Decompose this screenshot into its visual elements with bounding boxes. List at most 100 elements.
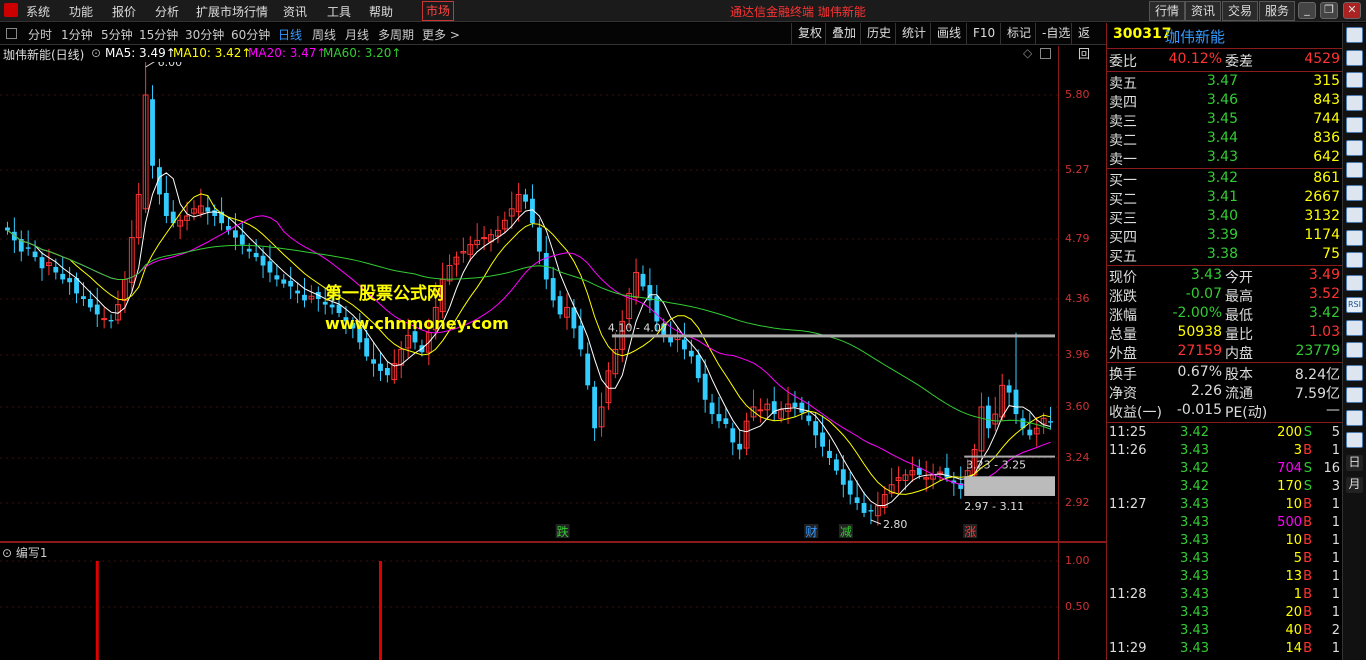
btn-overlay[interactable]: 叠加 (825, 23, 862, 45)
tool-icon[interactable] (1346, 184, 1363, 201)
candle-body (757, 409, 764, 412)
period-1min[interactable]: 1分钟 (61, 26, 93, 43)
candle-body (799, 402, 805, 413)
candle-body (1048, 421, 1053, 423)
bid-row: 买四 3.39 1174 (1107, 227, 1342, 246)
bid-label: 买三 (1109, 211, 1137, 227)
tool-icon[interactable] (1346, 117, 1363, 133)
stat-row: 涨幅 -2.00% 最低 3.42 (1107, 305, 1342, 324)
period-15min[interactable]: 15分钟 (139, 26, 178, 43)
tick-volume: 14 (1285, 641, 1302, 656)
tab-service[interactable]: 服务 (1259, 1, 1296, 21)
period-5min[interactable]: 5分钟 (101, 26, 133, 43)
stat-value: -0.07 (1185, 286, 1222, 302)
candle-body (60, 273, 66, 280)
weicha-label: 委差 (1225, 54, 1253, 70)
candle-body (640, 273, 646, 287)
btn-f10[interactable]: F10 (966, 23, 1001, 45)
indicator-chart[interactable] (0, 543, 1058, 660)
period-tick[interactable]: 分时 (28, 26, 52, 43)
tab-quotes[interactable]: 行情 (1149, 1, 1186, 21)
menu-tools[interactable]: 工具 (327, 3, 351, 20)
stat-value: -2.00% (1172, 305, 1222, 321)
rsi-icon[interactable]: RSI (1346, 297, 1363, 313)
tool-icon[interactable] (1346, 139, 1363, 156)
menu-info[interactable]: 资讯 (283, 3, 307, 20)
tool-icon[interactable] (1346, 94, 1363, 111)
app-logo-icon[interactable] (4, 3, 18, 17)
candle-body (1013, 389, 1019, 415)
quote-title: 300317 珈伟新能 (1107, 26, 1342, 46)
tool-icon[interactable] (1346, 252, 1363, 268)
tool-icon[interactable] (1346, 207, 1363, 223)
restore-icon[interactable]: ❐ (1320, 2, 1338, 19)
period-daily[interactable]: 日线 (278, 26, 302, 43)
btn-stats[interactable]: 统计 (895, 23, 932, 45)
period-60min[interactable]: 60分钟 (231, 26, 270, 43)
diamond-icon[interactable]: ◇ (1023, 46, 1032, 60)
collapse-icon[interactable]: ⊙ (91, 46, 101, 60)
candle-body (150, 99, 155, 166)
market-button[interactable]: 市场 (422, 1, 454, 21)
tool-icon[interactable] (1346, 342, 1363, 358)
tick-time: 11:25 (1109, 425, 1147, 440)
candle-body (94, 304, 100, 315)
period-multi[interactable]: 多周期 (378, 26, 414, 43)
tool-icon[interactable] (1346, 409, 1363, 426)
btn-adjust[interactable]: 复权 (791, 23, 828, 45)
weibi-value: 40.12% (1168, 51, 1222, 67)
candle-body (916, 467, 922, 475)
menu-help[interactable]: 帮助 (369, 3, 393, 20)
tick-price: 3.43 (1180, 623, 1209, 638)
tick-price: 3.42 (1180, 461, 1209, 476)
period-weekly[interactable]: 周线 (312, 26, 336, 43)
kline-chart[interactable]: 6.00 2.80 4.10 - 4.07 3.23 - 3.25 2.97 - 3.1… (0, 62, 1058, 541)
ask-price: 3.47 (1206, 73, 1238, 89)
tool-icon[interactable] (1346, 387, 1363, 403)
btn-back[interactable]: 返回 (1071, 23, 1106, 61)
day-icon[interactable]: 日 (1346, 454, 1363, 471)
maximize-chart-icon[interactable] (1040, 48, 1051, 59)
tick-row: 11:28 3.43 1 B 1 (1107, 587, 1342, 606)
menu-function[interactable]: 功能 (69, 3, 93, 20)
tool-icon[interactable] (1346, 319, 1363, 336)
btn-draw[interactable]: 画线 (930, 23, 967, 45)
tool-icon[interactable] (1346, 364, 1363, 381)
period-monthly[interactable]: 月线 (345, 26, 369, 43)
tool-icon[interactable] (1346, 27, 1363, 43)
stat-row: 外盘 27159 内盘 23779 (1107, 343, 1342, 362)
tool-icon[interactable] (1346, 432, 1363, 448)
candle-body (81, 296, 86, 299)
tool-icon[interactable] (1346, 49, 1363, 66)
tick-row: 3.43 10 B 1 (1107, 533, 1342, 552)
bid-volume: 1174 (1304, 227, 1340, 243)
tick-side: B (1303, 533, 1312, 548)
menu-system[interactable]: 系统 (26, 3, 50, 20)
candle-body (550, 278, 556, 301)
minimize-icon[interactable]: _ (1298, 2, 1316, 19)
close-icon[interactable]: ✕ (1343, 2, 1361, 19)
tick-row: 11:27 3.43 10 B 1 (1107, 497, 1342, 516)
menu-quote[interactable]: 报价 (112, 3, 136, 20)
tool-icon[interactable] (1346, 72, 1363, 88)
menu-analysis[interactable]: 分析 (155, 3, 179, 20)
candle-body (723, 418, 729, 424)
btn-mark[interactable]: 标记 (1000, 23, 1037, 45)
btn-history[interactable]: 历史 (860, 23, 897, 45)
month-icon[interactable]: 月 (1346, 477, 1363, 493)
tool-icon[interactable] (1346, 229, 1363, 246)
candle-body (737, 443, 743, 450)
tool-icon[interactable] (1346, 274, 1363, 291)
period-more[interactable]: 更多 > (422, 26, 460, 43)
menu-extended-market[interactable]: 扩展市场行情 (196, 3, 268, 20)
panel-toggle-icon[interactable] (6, 28, 17, 39)
candle-body (1006, 385, 1012, 393)
tick-row: 3.43 5 B 1 (1107, 551, 1342, 570)
candle-body (163, 193, 169, 216)
stat-label: 涨幅 (1109, 308, 1137, 324)
tab-info[interactable]: 资讯 (1185, 1, 1222, 21)
tool-icon[interactable] (1346, 162, 1363, 178)
period-30min[interactable]: 30分钟 (185, 26, 224, 43)
tab-trade[interactable]: 交易 (1222, 1, 1259, 21)
low-price-label: 2.80 (883, 518, 908, 531)
